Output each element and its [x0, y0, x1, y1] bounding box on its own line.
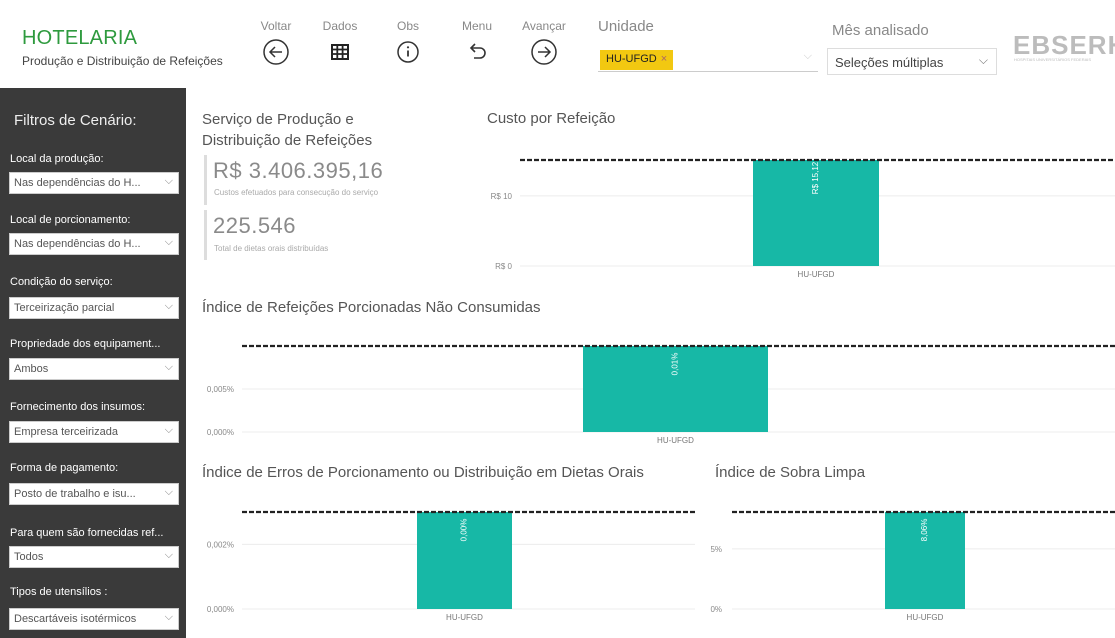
filter-label: Local da produção: — [10, 153, 104, 165]
kpi-accent-bar — [204, 155, 207, 205]
filter-dropdown-condicao-servico[interactable]: Terceirização parcial ⌵ — [9, 297, 179, 319]
return-arrow-icon — [469, 43, 486, 59]
data-label: Dados — [322, 19, 358, 33]
filter-label: Para quem são fornecidas ref... — [10, 527, 164, 539]
filter-value: Todos — [14, 551, 44, 563]
back-button[interactable]: Voltar — [254, 19, 298, 69]
kpi-diets-desc: Total de dietas orais distribuídas — [214, 244, 329, 253]
chevron-down-icon: ⌵ — [164, 236, 173, 248]
filter-dropdown-propriedade-equipamentos[interactable]: Ambos ⌵ — [9, 358, 179, 380]
y-tick-label: 0,000% — [207, 605, 234, 614]
chart-title-sobra-limpa: Índice de Sobra Limpa — [715, 464, 866, 481]
y-tick-label: 0,002% — [207, 540, 234, 549]
table-icon — [331, 44, 349, 60]
unidade-slicer[interactable]: HU-UFGD × ⌵ — [598, 48, 818, 72]
info-circle-icon — [397, 41, 419, 63]
kpi-cost-desc: Custos efetuados para consecução do serv… — [214, 188, 379, 197]
filter-value: Descartáveis isotérmicos — [14, 613, 137, 625]
y-tick-label: R$ 10 — [491, 192, 513, 201]
bar-data-label: 0,00% — [460, 519, 469, 542]
filter-value: Ambos — [14, 363, 49, 375]
bar-data-label: R$ 15,12 — [811, 161, 820, 194]
y-tick-label: 0,005% — [207, 385, 234, 394]
mes-dropdown[interactable]: Seleções múltiplas ⌵ — [827, 48, 997, 75]
x-category-label: HU-UFGD — [657, 436, 694, 445]
forward-button[interactable]: Avançar — [522, 19, 566, 69]
filter-label: Condição do serviço: — [10, 276, 113, 288]
chart-erros: 0,000% 0,002% 0,00% HU-UFGD — [207, 510, 695, 622]
filter-label: Forma de pagamento: — [10, 462, 119, 474]
kpi-diets-value: 225.546 — [213, 213, 297, 238]
mes-label: Mês analisado — [832, 22, 929, 39]
x-category-label: HU-UFGD — [907, 613, 944, 622]
bar-data-label: 8,06% — [920, 519, 929, 542]
filter-dropdown-forma-pagamento[interactable]: Posto de trabalho e isu... ⌵ — [9, 483, 179, 505]
filter-label: Propriedade dos equipament... — [10, 338, 161, 350]
filter-dropdown-fornecimento-insumos[interactable]: Empresa terceirizada ⌵ — [9, 421, 179, 443]
app-subtitle: Produção e Distribuição de Refeições — [22, 54, 223, 68]
y-tick-label: 0,000% — [207, 428, 234, 437]
y-tick-label: 0% — [710, 605, 722, 614]
filter-dropdown-local-producao[interactable]: Nas dependências do H... ⌵ — [9, 172, 179, 194]
back-label: Voltar — [260, 19, 292, 33]
chevron-down-icon: ⌵ — [164, 424, 173, 436]
unidade-label: Unidade — [598, 18, 654, 35]
chevron-down-icon: ⌵ — [164, 175, 173, 187]
kpi-heading: Serviço de Produção e Distribuição de Re… — [202, 111, 373, 149]
report-page: { "header": { "title": "HOTELARIA", "sub… — [0, 0, 1115, 638]
chart-nao-consumidas: 0,000% 0,005% 0,01% HU-UFGD — [207, 344, 1115, 445]
filters-sidebar: Filtros de Cenário: Local da produção: N… — [0, 88, 186, 638]
filter-value: Posto de trabalho e isu... — [14, 488, 136, 500]
bar-data-label: 0,01% — [671, 353, 680, 376]
chart-sobra-limpa: 0% 5% 8,06% HU-UFGD — [710, 510, 1115, 622]
obs-button[interactable]: Obs — [386, 19, 430, 69]
close-icon[interactable]: × — [661, 53, 667, 65]
chevron-down-icon: ⌵ — [164, 300, 173, 312]
logo-subtitle: HOSPITAIS UNIVERSITÁRIOS FEDERAIS — [1014, 57, 1092, 62]
forward-label: Avançar — [522, 19, 566, 33]
chevron-down-icon: ⌵ — [164, 486, 173, 498]
data-button[interactable]: Dados — [318, 19, 362, 69]
x-category-label: HU-UFGD — [446, 613, 483, 622]
chevron-down-icon: ⌵ — [978, 53, 988, 67]
unidade-chip-label: HU-UFGD — [606, 53, 657, 65]
chart-title-erros: Índice de Erros de Porcionamento ou Dist… — [202, 464, 644, 481]
filter-label: Local de porcionamento: — [10, 214, 131, 226]
filter-label: Fornecimento dos insumos: — [10, 401, 146, 413]
filter-value: Empresa terceirizada — [14, 426, 118, 438]
arrow-left-circle-icon — [263, 39, 289, 65]
chevron-down-icon: ⌵ — [164, 611, 173, 623]
y-tick-label: R$ 0 — [495, 262, 512, 271]
chevron-down-icon: ⌵ — [164, 549, 173, 561]
chart-title-custo: Custo por Refeição — [487, 110, 616, 127]
chart-title-nao-consumidas: Índice de Refeições Porcionadas Não Cons… — [202, 299, 541, 316]
filter-label: Tipos de utensílios : — [10, 586, 108, 598]
filter-dropdown-local-porcionamento[interactable]: Nas dependências do H... ⌵ — [9, 233, 179, 255]
filter-value: Terceirização parcial — [14, 302, 115, 314]
app-title: HOTELARIA — [22, 27, 138, 49]
menu-button[interactable]: Menu — [455, 19, 499, 69]
sidebar-title: Filtros de Cenário: — [14, 112, 137, 129]
unidade-chip[interactable]: HU-UFGD × — [600, 50, 674, 70]
arrow-right-circle-icon — [531, 39, 557, 65]
chevron-down-icon: ⌵ — [164, 361, 173, 373]
filter-value: Nas dependências do H... — [14, 177, 141, 189]
kpi-accent-bar — [204, 210, 207, 260]
y-tick-label: 5% — [710, 545, 722, 554]
mes-value: Seleções múltiplas — [835, 55, 944, 70]
menu-label: Menu — [461, 19, 493, 33]
x-category-label: HU-UFGD — [798, 270, 835, 279]
obs-label: Obs — [396, 19, 419, 33]
kpi-cost-value: R$ 3.406.395,16 — [213, 158, 384, 183]
filter-dropdown-tipos-utensilios[interactable]: Descartáveis isotérmicos ⌵ — [9, 608, 179, 630]
chart-custo: R$ 0 R$ 10 R$ 15,12 HU-UFGD — [491, 158, 1115, 279]
filter-value: Nas dependências do H... — [14, 238, 141, 250]
filter-dropdown-para-quem[interactable]: Todos ⌵ — [9, 546, 179, 568]
chevron-down-icon[interactable]: ⌵ — [804, 50, 812, 63]
